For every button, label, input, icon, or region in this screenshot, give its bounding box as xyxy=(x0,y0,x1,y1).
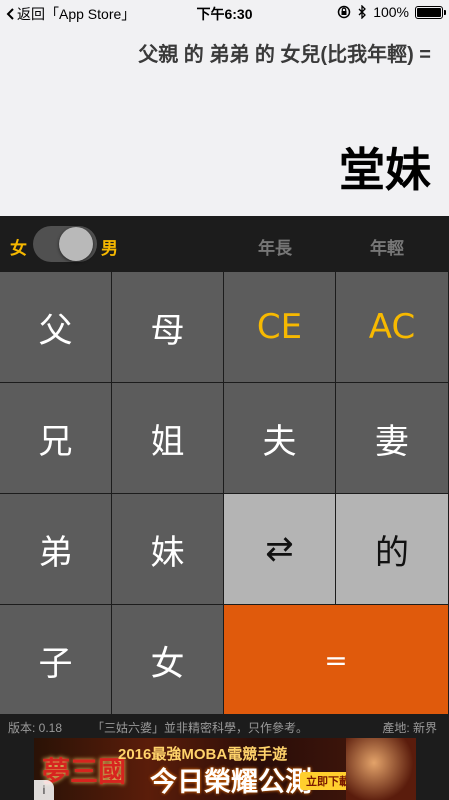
key-wife[interactable]: 妻 xyxy=(336,383,448,493)
key-swap[interactable]: ⇄ xyxy=(224,494,335,604)
key-clear-entry[interactable]: CE xyxy=(224,272,335,382)
keypad: 父 母 CE AC 兄 姐 夫 妻 弟 妹 ⇄ 的 子 女 = xyxy=(0,272,449,715)
key-father[interactable]: 父 xyxy=(0,272,111,382)
origin-text: 產地: 新界 xyxy=(382,721,437,735)
battery-percent: 100% xyxy=(373,4,409,20)
result-text: 堂妹 xyxy=(339,144,431,196)
gender-toggle-knob[interactable] xyxy=(59,227,93,261)
ad-main-text: 今日榮耀公測 xyxy=(150,767,312,797)
result-display: 父親 的 弟弟 的 女兒(比我年輕) = 堂妹 xyxy=(0,24,449,216)
expression-text: 父親 的 弟弟 的 女兒(比我年輕) = xyxy=(138,44,431,66)
key-equals[interactable]: = xyxy=(224,605,448,715)
bluetooth-icon xyxy=(358,5,367,19)
orientation-lock-icon xyxy=(337,5,351,19)
key-older-sister[interactable]: 姐 xyxy=(112,383,223,493)
younger-button[interactable]: 年輕 xyxy=(370,234,404,259)
female-label[interactable]: 女 xyxy=(10,234,27,259)
version-text: 版本: 0.18 xyxy=(8,721,63,735)
key-younger-brother[interactable]: 弟 xyxy=(0,494,111,604)
key-daughter[interactable]: 女 xyxy=(112,605,223,715)
key-son[interactable]: 子 xyxy=(0,605,111,715)
key-younger-sister[interactable]: 妹 xyxy=(112,494,223,604)
key-older-brother[interactable]: 兄 xyxy=(0,383,111,493)
footer: 版本: 0.18 「三姑六婆」並非精密科學，只作參考。 產地: 新界 xyxy=(0,714,449,738)
key-all-clear[interactable]: AC xyxy=(336,272,448,382)
ad-game-logo: 夢三國 xyxy=(42,756,127,787)
key-husband[interactable]: 夫 xyxy=(224,383,335,493)
gender-toggle[interactable] xyxy=(33,226,97,262)
disclaimer-text: 「三姑六婆」並非精密科學，只作參考。 xyxy=(92,721,309,735)
ad-banner[interactable]: 夢三國 2016最強MOBA電競手遊 今日榮耀公測 立即下載 i xyxy=(34,738,416,800)
status-bar: 返回「App Store」 下午6:30 100% xyxy=(0,0,449,24)
battery-icon xyxy=(415,5,446,19)
status-right: 100% xyxy=(337,4,446,20)
ad-info-icon[interactable]: i xyxy=(34,780,54,800)
male-label[interactable]: 男 xyxy=(101,234,118,259)
older-button[interactable]: 年長 xyxy=(258,234,292,259)
options-row: 女 男 年長 年輕 xyxy=(0,216,449,272)
key-of[interactable]: 的 xyxy=(336,494,448,604)
key-mother[interactable]: 母 xyxy=(112,272,223,382)
ad-hero-image xyxy=(346,738,416,800)
